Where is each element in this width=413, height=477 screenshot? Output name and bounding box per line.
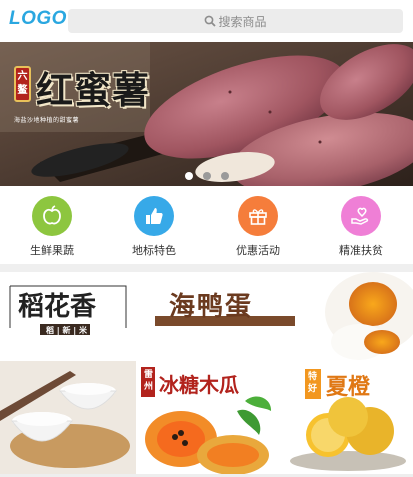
duck-egg-title: 海鸭蛋	[169, 292, 254, 322]
apple-icon	[32, 196, 72, 236]
carousel-dot[interactable]	[184, 172, 193, 180]
section-divider	[0, 264, 413, 272]
carousel-dot[interactable]	[202, 172, 211, 180]
banner-subtitle: 海盐沙地种植的甜蜜薯	[14, 117, 80, 124]
thumbs-up-icon	[134, 196, 174, 236]
category-promotions[interactable]: 优惠活动	[218, 196, 298, 258]
search-bar[interactable]: 搜索商品	[68, 9, 403, 33]
logo[interactable]: LOGO	[9, 8, 67, 30]
category-label: 优惠活动	[236, 244, 280, 257]
product-tile-papaya[interactable]: 雷州 冰糖木瓜	[137, 361, 277, 474]
product-tile-duck-egg[interactable]: 海鸭蛋 咸淡适宜 | 蛋黄流沙	[137, 272, 413, 360]
heart-hand-icon	[341, 196, 381, 236]
banner-tag: 六鳌	[14, 66, 31, 102]
product-tile-rice-bowls[interactable]	[0, 361, 136, 474]
duck-egg-tagline: 咸淡适宜 | 蛋黄流沙	[183, 327, 247, 335]
top-bar: LOGO 搜索商品	[0, 0, 413, 42]
category-local-specialty[interactable]: 地标特色	[114, 196, 194, 258]
product-tile-orange[interactable]: 特好 夏橙	[278, 361, 413, 474]
orange-tag: 特好	[308, 372, 318, 394]
category-label: 地标特色	[132, 244, 176, 257]
category-poverty-relief[interactable]: 精准扶贫	[321, 196, 401, 258]
category-label: 精准扶贫	[339, 244, 383, 257]
carousel-dot[interactable]	[220, 172, 229, 180]
promo-banner[interactable]: 六鳌 红蜜薯 海盐沙地种植的甜蜜薯	[0, 42, 413, 186]
product-tile-rice[interactable]: 稻花香 稻 | 新 | 米	[0, 272, 136, 360]
banner-title: 红蜜薯	[36, 68, 150, 112]
search-icon	[205, 15, 217, 27]
search-placeholder: 搜索商品	[218, 14, 267, 29]
papaya-title: 冰糖木瓜	[159, 373, 239, 397]
rice-bowls-image	[0, 361, 136, 474]
category-label: 生鲜果蔬	[30, 244, 74, 257]
papaya-tag: 雷州	[144, 370, 154, 392]
gift-icon	[238, 196, 278, 236]
orange-title: 夏橙	[326, 374, 371, 400]
category-fresh-produce[interactable]: 生鲜果蔬	[12, 196, 92, 258]
rice-title: 稻花香	[18, 292, 97, 322]
carousel-dots	[0, 172, 413, 180]
rice-tagline: 稻 | 新 | 米	[46, 326, 87, 335]
category-nav: 生鲜果蔬 地标特色 优惠活动 精准扶贫	[0, 186, 413, 264]
